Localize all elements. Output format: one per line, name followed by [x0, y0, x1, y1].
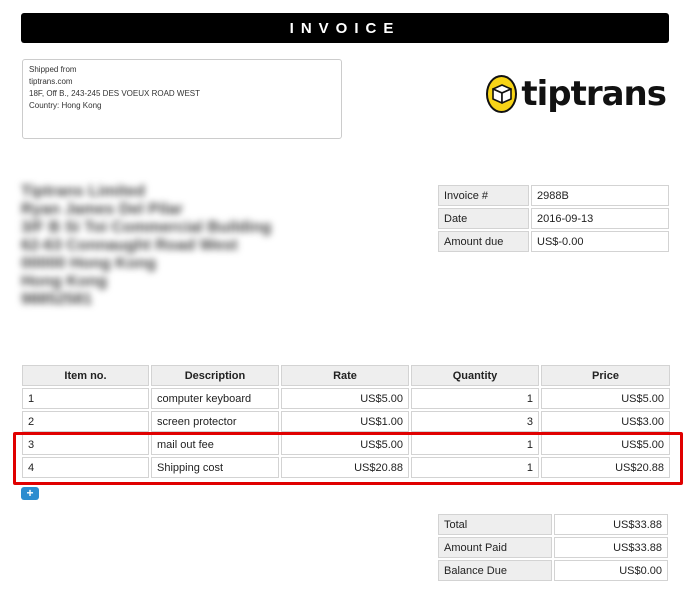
price-cell: US$3.00 [541, 411, 670, 432]
header-description: Description [151, 365, 279, 386]
items-table: Item no. Description Rate Quantity Price… [22, 365, 670, 480]
invoice-title: INVOICE [21, 13, 669, 43]
header-item-no: Item no. [22, 365, 149, 386]
shipped-from-line: 18F, Off B., 243-245 DES VOEUX ROAD WEST [29, 89, 201, 98]
address-line: 98852581 [21, 291, 93, 308]
totals-table: Total US$33.88 Amount Paid US$33.88 Bala… [438, 514, 668, 583]
meta-label-amount-due: Amount due [438, 231, 529, 252]
shipped-from-line: Shipped from [29, 65, 77, 74]
description-cell[interactable]: mail out fee [151, 434, 279, 455]
balance-due-label: Balance Due [438, 560, 552, 581]
meta-label-date: Date [438, 208, 529, 229]
invoice-meta-table: Invoice # 2988B Date 2016-09-13 Amount d… [438, 185, 669, 254]
quantity-cell[interactable]: 3 [411, 411, 539, 432]
shipped-from-line: Country: Hong Kong [29, 101, 102, 110]
description-cell[interactable]: Shipping cost [151, 457, 279, 478]
meta-value-amount-due: US$-0.00 [531, 231, 669, 252]
total-label: Total [438, 514, 552, 535]
quantity-cell[interactable]: 1 [411, 434, 539, 455]
items-header-row: Item no. Description Rate Quantity Price [22, 365, 670, 386]
box-icon [486, 75, 518, 113]
address-line: 3/F B Si Toi Commercial Building [21, 219, 272, 236]
header-price: Price [541, 365, 670, 386]
address-line: Hong Kong [21, 273, 108, 290]
balance-due-value: US$0.00 [554, 560, 668, 581]
shipped-from-line: tiptrans.com [29, 77, 73, 86]
meta-label-invoice-number: Invoice # [438, 185, 529, 206]
rate-cell[interactable]: US$1.00 [281, 411, 409, 432]
header-rate: Rate [281, 365, 409, 386]
description-cell[interactable]: computer keyboard [151, 388, 279, 409]
description-cell[interactable]: screen protector [151, 411, 279, 432]
rate-cell[interactable]: US$20.88 [281, 457, 409, 478]
quantity-cell[interactable]: 1 [411, 388, 539, 409]
table-row: 2 screen protector US$1.00 3 US$3.00 [22, 411, 670, 432]
rate-cell[interactable]: US$5.00 [281, 388, 409, 409]
table-row: 4 Shipping cost US$20.88 1 US$20.88 [22, 457, 670, 478]
amount-paid-label: Amount Paid [438, 537, 552, 558]
price-cell: US$5.00 [541, 388, 670, 409]
rate-cell[interactable]: US$5.00 [281, 434, 409, 455]
add-row-button[interactable]: + [21, 487, 39, 500]
quantity-cell[interactable]: 1 [411, 457, 539, 478]
item-no-cell[interactable]: 4 [22, 457, 149, 478]
header-quantity: Quantity [411, 365, 539, 386]
address-line: 00000 Hong Kong [21, 255, 157, 272]
tiptrans-logo: tiptrans [486, 72, 667, 116]
table-row: 1 computer keyboard US$5.00 1 US$5.00 [22, 388, 670, 409]
meta-value-invoice-number[interactable]: 2988B [531, 185, 669, 206]
address-line: 62-63 Connaught Road West [21, 237, 238, 254]
total-value: US$33.88 [554, 514, 668, 535]
address-line: Tiptrans Limited [21, 183, 146, 200]
price-cell: US$20.88 [541, 457, 670, 478]
table-row: 3 mail out fee US$5.00 1 US$5.00 [22, 434, 670, 455]
item-no-cell[interactable]: 1 [22, 388, 149, 409]
item-no-cell[interactable]: 2 [22, 411, 149, 432]
item-no-cell[interactable]: 3 [22, 434, 149, 455]
recipient-address[interactable]: Tiptrans Limited Ryan James Del Pilar 3/… [21, 183, 321, 309]
amount-paid-value[interactable]: US$33.88 [554, 537, 668, 558]
price-cell: US$5.00 [541, 434, 670, 455]
logo-text: tiptrans [521, 74, 667, 114]
shipped-from-box[interactable]: Shipped from tiptrans.com 18F, Off B., 2… [22, 59, 342, 139]
meta-value-date[interactable]: 2016-09-13 [531, 208, 669, 229]
address-line: Ryan James Del Pilar [21, 201, 183, 218]
